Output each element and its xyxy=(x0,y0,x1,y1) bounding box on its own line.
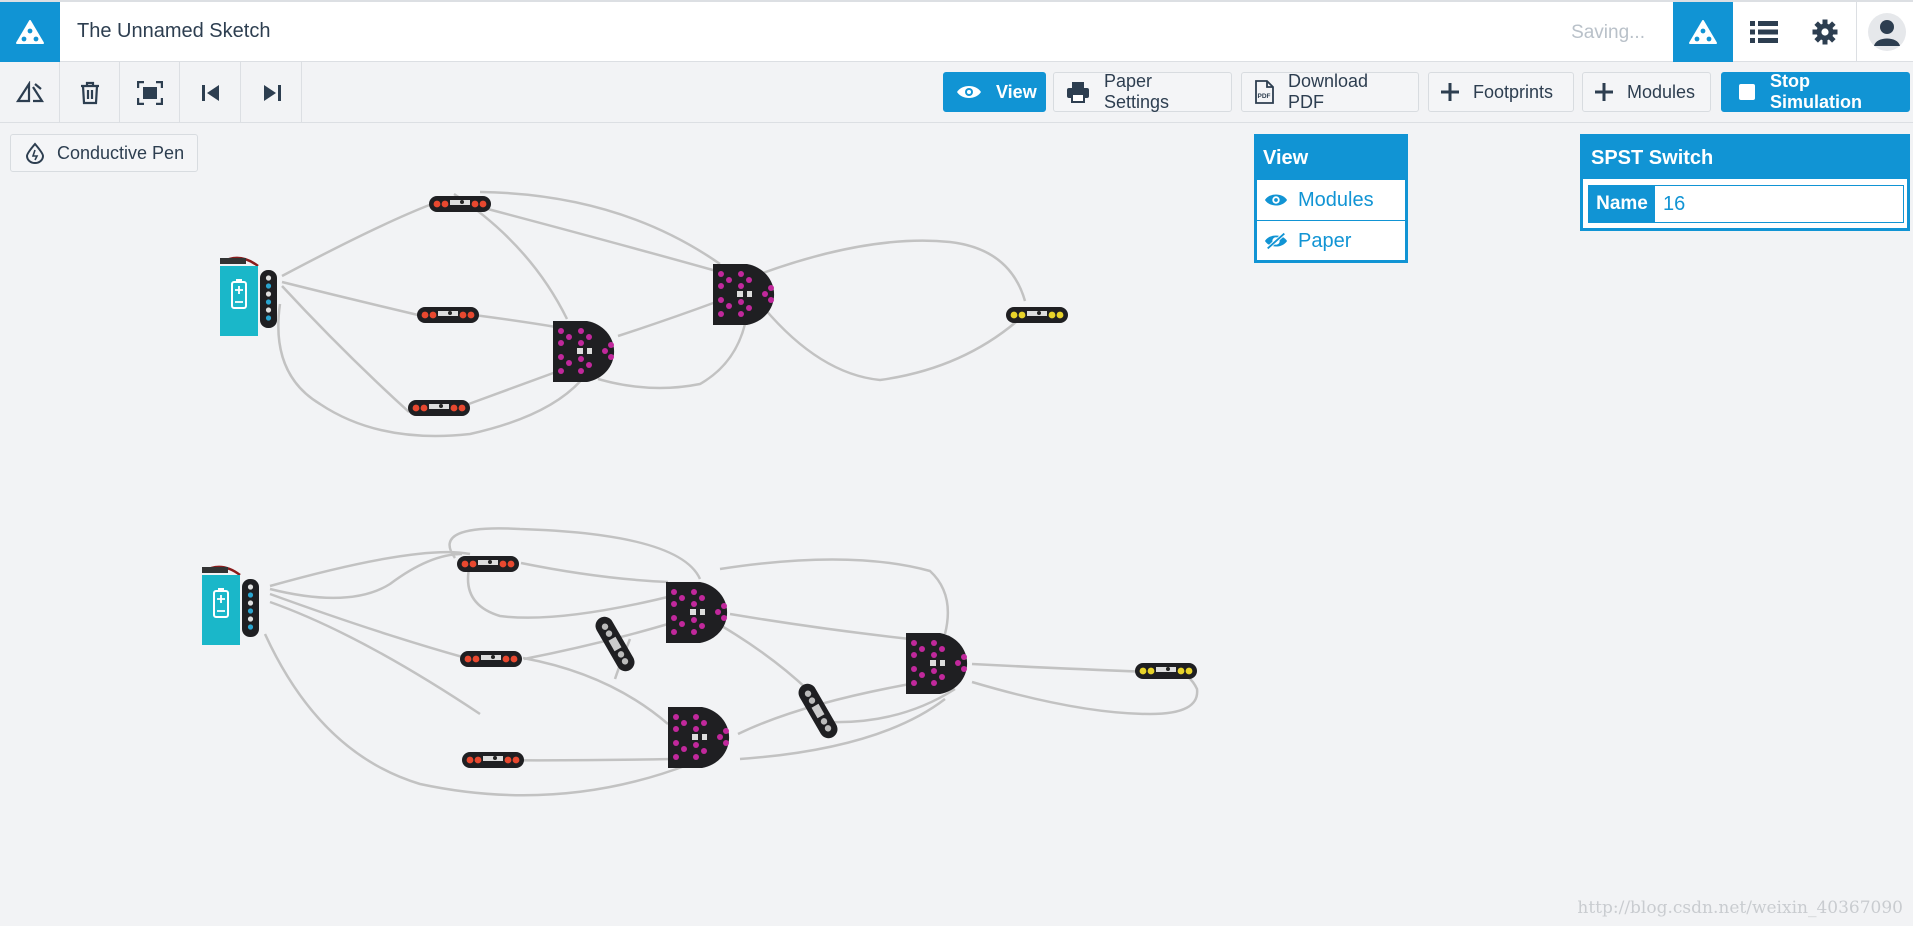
view-paper-label: Paper xyxy=(1298,229,1352,252)
app-header: The Unnamed Sketch Saving... xyxy=(0,0,1913,62)
sketch-canvas[interactable] xyxy=(0,124,1913,926)
trash-icon[interactable] xyxy=(60,62,120,123)
download-pdf-label: Download PDF xyxy=(1288,71,1369,112)
svg-text:PDF: PDF xyxy=(1258,93,1271,100)
led-module[interactable] xyxy=(1006,307,1068,323)
wires-circuit-1 xyxy=(277,190,1027,438)
view-paper-toggle[interactable]: Paper xyxy=(1257,220,1405,261)
logo-icon[interactable] xyxy=(0,2,60,62)
watermark: http://blog.csdn.net/weixin_40367090 xyxy=(1577,898,1903,918)
redo-icon[interactable] xyxy=(242,62,302,123)
logic-gate-module[interactable] xyxy=(668,707,730,768)
logic-gate-module[interactable] xyxy=(713,264,775,325)
view-modules-label: Modules xyxy=(1298,188,1374,211)
logic-gate-module[interactable] xyxy=(553,321,615,382)
user-icon[interactable] xyxy=(1856,2,1913,62)
paper-settings-button[interactable]: Paper Settings xyxy=(1053,71,1232,112)
led-module[interactable] xyxy=(462,752,524,768)
download-pdf-button[interactable]: PDF Download PDF xyxy=(1241,71,1419,112)
name-property-input[interactable]: 16 xyxy=(1655,186,1903,222)
led-module[interactable] xyxy=(417,307,479,323)
list-icon[interactable] xyxy=(1734,2,1794,62)
eye-icon xyxy=(1264,192,1288,208)
modules-label: Modules xyxy=(1627,81,1696,102)
name-property-label: Name xyxy=(1589,186,1655,222)
printer-icon xyxy=(1066,81,1090,103)
battery-module[interactable] xyxy=(220,256,277,336)
toolbar: View Paper Settings PDF Download PDF Foo… xyxy=(0,62,1913,123)
gear-icon[interactable] xyxy=(1795,2,1855,62)
led-module[interactable] xyxy=(429,196,491,212)
save-status: Saving... xyxy=(1571,22,1645,43)
pdf-icon: PDF xyxy=(1254,80,1274,104)
properties-panel: SPST Switch Name 16 xyxy=(1580,134,1910,231)
view-panel: View Modules Paper xyxy=(1254,134,1408,263)
plus-icon xyxy=(1595,83,1613,101)
eye-icon xyxy=(956,84,982,100)
wires-circuit-2 xyxy=(263,527,1199,797)
modules-icon[interactable] xyxy=(1673,2,1733,62)
stop-icon xyxy=(1738,83,1756,101)
footprints-button[interactable]: Footprints xyxy=(1428,72,1574,112)
stop-simulation-label: Stop Simulation xyxy=(1770,71,1863,112)
name-property-row: Name 16 xyxy=(1588,185,1904,223)
flip-icon[interactable] xyxy=(0,62,60,123)
undo-icon[interactable] xyxy=(181,62,241,123)
eye-slash-icon xyxy=(1264,232,1288,250)
modules-button[interactable]: Modules xyxy=(1582,72,1711,112)
stop-simulation-button[interactable]: Stop Simulation xyxy=(1721,71,1910,112)
properties-panel-title: SPST Switch xyxy=(1583,137,1907,179)
plus-icon xyxy=(1441,83,1459,101)
led-module[interactable] xyxy=(1135,663,1197,679)
view-button[interactable]: View xyxy=(943,72,1046,112)
view-panel-title: View xyxy=(1257,137,1405,179)
switch-module[interactable] xyxy=(592,614,638,675)
battery-module[interactable] xyxy=(202,565,259,645)
view-modules-toggle[interactable]: Modules xyxy=(1257,179,1405,220)
logic-gate-module[interactable] xyxy=(906,633,968,694)
paper-settings-label: Paper Settings xyxy=(1104,71,1170,112)
sketch-title[interactable]: The Unnamed Sketch xyxy=(77,20,270,43)
logic-gate-module[interactable] xyxy=(666,582,728,643)
led-module[interactable] xyxy=(460,651,522,667)
footprints-label: Footprints xyxy=(1473,81,1554,102)
led-module[interactable] xyxy=(457,556,519,572)
fit-screen-icon[interactable] xyxy=(120,62,180,123)
switch-module[interactable] xyxy=(795,681,841,742)
led-module[interactable] xyxy=(408,400,470,416)
view-button-label: View xyxy=(996,81,1037,102)
